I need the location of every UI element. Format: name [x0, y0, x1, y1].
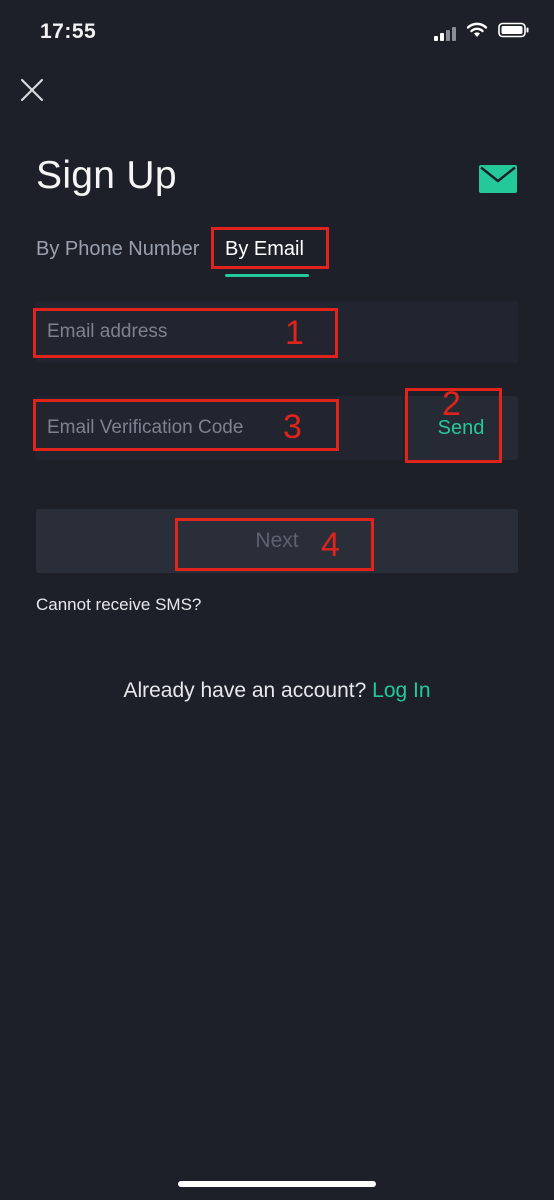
battery-icon [498, 22, 530, 43]
status-icons [434, 22, 530, 43]
signal-icon [434, 25, 456, 41]
close-button[interactable] [18, 76, 46, 104]
home-indicator [178, 1181, 376, 1187]
tab-by-phone-number[interactable]: By Phone Number [36, 238, 199, 261]
annotation-box-tab [211, 227, 329, 269]
annotation-number-1: 1 [285, 314, 304, 352]
login-prompt: Already have an account? Log In [0, 679, 554, 703]
page-title: Sign Up [36, 154, 177, 197]
active-tab-indicator [225, 274, 309, 277]
annotation-number-3: 3 [283, 408, 302, 446]
status-bar: 17:55 [0, 0, 554, 62]
close-icon [20, 78, 44, 102]
mail-button[interactable] [478, 164, 518, 194]
log-in-link[interactable]: Log In [372, 679, 430, 702]
annotation-number-2: 2 [442, 385, 461, 423]
login-prompt-text: Already have an account? [123, 679, 367, 702]
mail-icon [479, 165, 517, 193]
cannot-receive-sms-link[interactable]: Cannot receive SMS? [36, 595, 201, 615]
status-time: 17:55 [40, 20, 97, 43]
annotation-number-4: 4 [321, 526, 340, 564]
annotation-box-next [175, 518, 374, 571]
wifi-icon [466, 22, 488, 43]
